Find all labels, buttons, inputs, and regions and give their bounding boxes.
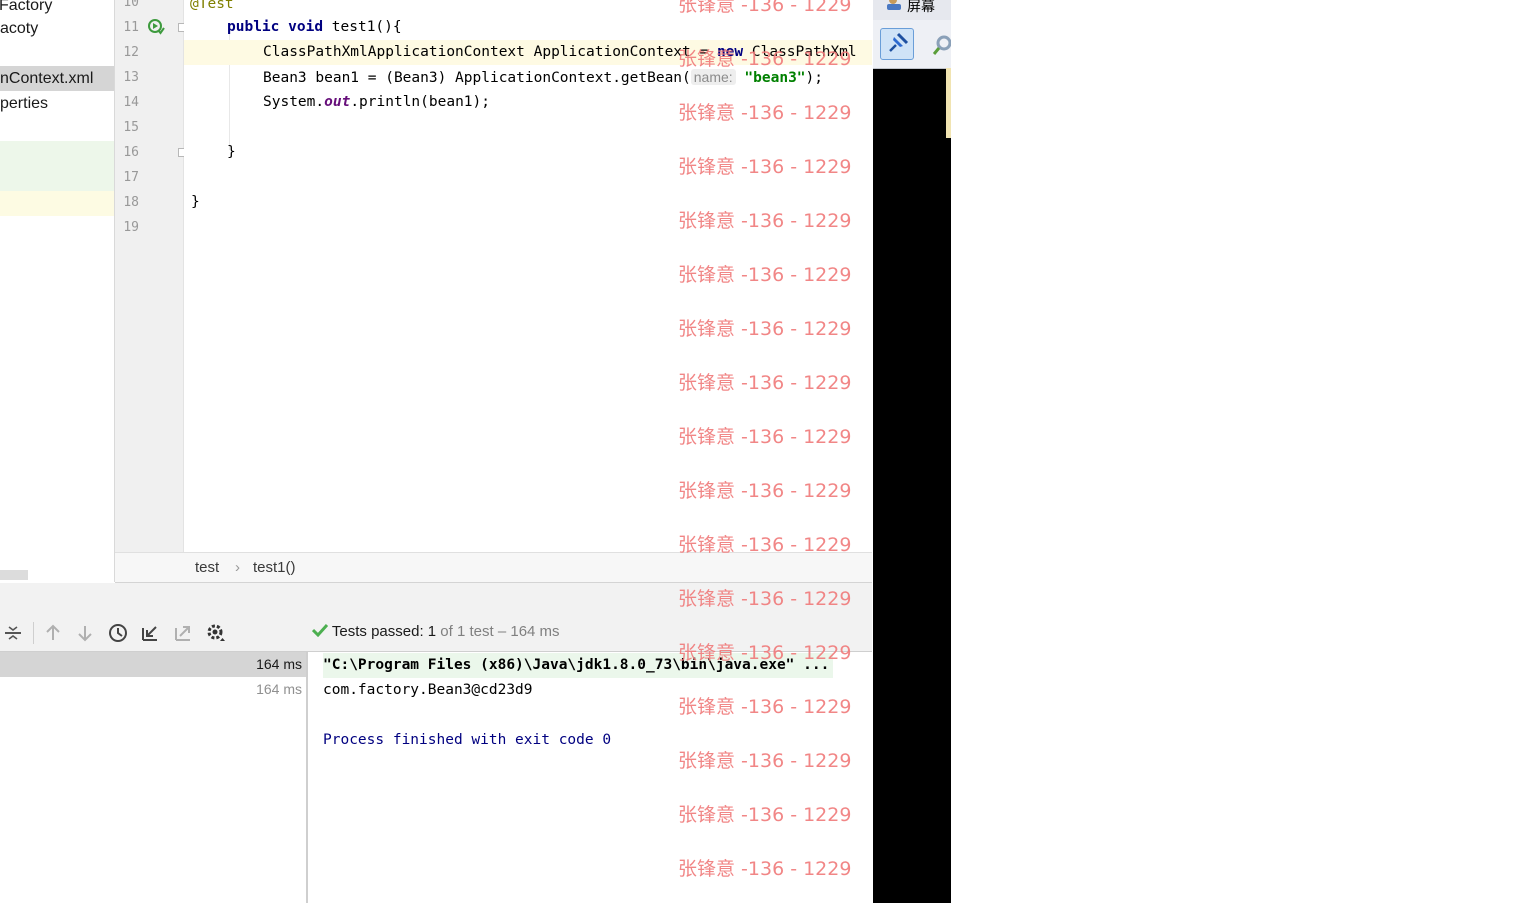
- side-window-edge: [946, 68, 951, 138]
- breadcrumb: test › test1(): [115, 552, 872, 583]
- line-number: 10: [123, 0, 139, 10]
- test-row[interactable]: 164 ms: [0, 677, 306, 702]
- console-line: com.factory.Bean3@cd23d9: [323, 682, 533, 698]
- vcs-added-band: [0, 141, 114, 191]
- code-line-16[interactable]: }: [227, 140, 872, 165]
- code-line-13[interactable]: Bean3 bean1 = (Bean3) ApplicationContext…: [263, 65, 872, 90]
- side-window-toolbar: [873, 20, 951, 69]
- run-panel: Tests passed: 1 of 1 test – 164 ms 164 m…: [0, 583, 872, 903]
- project-tree[interactable]: Factory acoty nContext.xml perties: [0, 0, 115, 582]
- code-editor[interactable]: @Test public void test1(){ ClassPathXmlA…: [184, 0, 872, 552]
- code-line-12[interactable]: ClassPathXmlApplicationContext Applicati…: [184, 40, 872, 65]
- test-status-summary: Tests passed: 1 of 1 test – 164 ms: [311, 623, 560, 640]
- pin-icon: [889, 32, 909, 52]
- line-number: 17: [123, 170, 139, 185]
- check-icon: [311, 623, 329, 638]
- import-tests-icon[interactable]: [139, 622, 161, 644]
- breadcrumb-item-test[interactable]: test: [195, 559, 219, 576]
- line-number: 16: [123, 145, 139, 160]
- side-window-title: 屏幕: [907, 0, 935, 14]
- test-history-icon[interactable]: [107, 622, 129, 644]
- line-number: 13: [123, 70, 139, 85]
- code-line-11[interactable]: public void test1(){: [227, 15, 872, 40]
- code-line-14[interactable]: System.out.println(bean1);: [263, 90, 872, 115]
- code-line-18[interactable]: }: [191, 190, 872, 215]
- line-number: 15: [123, 120, 139, 135]
- line-number: 14: [123, 95, 139, 110]
- magnifier-icon[interactable]: [933, 34, 951, 56]
- console-line: Process finished with exit code 0: [323, 732, 612, 748]
- next-failed-test-icon[interactable]: [74, 622, 96, 644]
- console-output[interactable]: "C:\Program Files (x86)\Java\jdk1.8.0_73…: [309, 652, 872, 903]
- settings-gear-icon[interactable]: [205, 622, 227, 644]
- previous-failed-test-icon[interactable]: [42, 622, 64, 644]
- pin-button[interactable]: [880, 28, 914, 60]
- breadcrumb-item-test1[interactable]: test1(): [253, 559, 296, 576]
- line-number: 19: [123, 220, 139, 235]
- editor-gutter: 10 11 12 13 14 15 16 17 18 19: [115, 0, 187, 552]
- user-icon: [887, 0, 901, 10]
- side-window-titlebar[interactable]: 屏幕: [873, 0, 951, 20]
- test-row[interactable]: 164 ms: [0, 652, 306, 677]
- line-number: 11: [123, 20, 139, 35]
- vcs-modified-band: [0, 191, 114, 216]
- line-number: 12: [123, 45, 139, 60]
- breadcrumb-separator: ›: [235, 559, 240, 576]
- run-test-gutter-icon[interactable]: [147, 18, 165, 36]
- tree-item-properties[interactable]: perties: [0, 91, 114, 116]
- tree-item-application-context-xml[interactable]: nContext.xml: [0, 66, 114, 91]
- line-number: 18: [123, 195, 139, 210]
- console-line: "C:\Program Files (x86)\Java\jdk1.8.0_73…: [323, 653, 834, 678]
- test-results-tree[interactable]: 164 ms 164 ms: [0, 652, 308, 903]
- side-window: 屏幕: [873, 0, 951, 903]
- toolbar-separator: [33, 622, 34, 644]
- export-tests-icon[interactable]: [172, 622, 194, 644]
- run-toolbar: Tests passed: 1 of 1 test – 164 ms: [0, 583, 872, 652]
- collapse-all-icon[interactable]: [2, 622, 24, 644]
- tree-item-facoty[interactable]: acoty: [0, 16, 114, 41]
- parameter-hint: name:: [690, 69, 736, 85]
- tree-horizontal-scrollbar[interactable]: [0, 570, 28, 580]
